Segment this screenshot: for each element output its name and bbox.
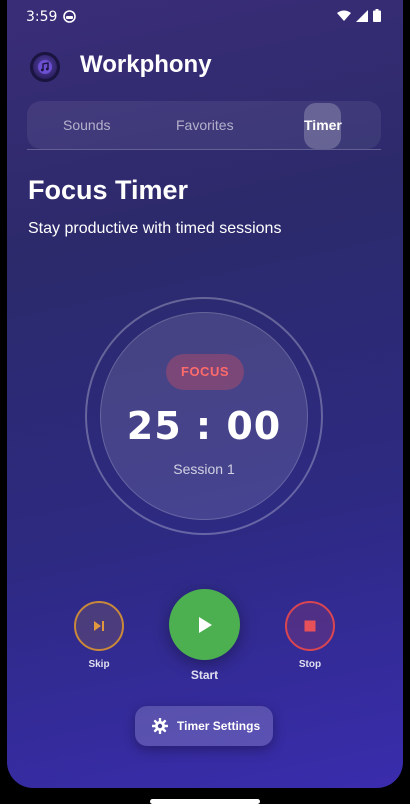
battery-icon [373, 9, 381, 22]
skip-next-icon [94, 621, 104, 631]
stop-icon [304, 620, 316, 632]
screen: 3:59 Workphony Sounds Favorites Timer Fo… [0, 0, 410, 804]
app-title: Workphony [80, 51, 212, 78]
skip-button[interactable] [74, 601, 124, 651]
app-logo [30, 52, 60, 82]
page-title: Focus Timer [28, 175, 189, 205]
tab-sounds[interactable]: Sounds [63, 101, 110, 149]
status-bar: 3:59 [7, 0, 403, 34]
tab-divider [27, 149, 381, 150]
signal-icon [356, 9, 368, 22]
page-subtitle: Stay productive with timed sessions [28, 220, 282, 237]
gear-icon [152, 718, 168, 734]
timer-settings-button[interactable]: Timer Settings [135, 706, 273, 746]
tab-favorites[interactable]: Favorites [176, 101, 234, 149]
session-label: Session 1 [173, 461, 235, 477]
stop-button[interactable] [285, 601, 335, 651]
timer-settings-label: Timer Settings [177, 719, 261, 733]
play-icon [198, 616, 212, 633]
wifi-icon [337, 10, 351, 21]
tab-timer[interactable]: Timer [304, 101, 342, 149]
music-note-icon [38, 60, 52, 74]
timer-display: 25 : 00 [126, 404, 282, 448]
notification-icon [63, 10, 76, 23]
status-time: 3:59 [26, 9, 58, 25]
start-button[interactable] [169, 589, 240, 660]
tab-bar: Sounds Favorites Timer [27, 101, 381, 149]
status-icons [337, 9, 381, 22]
home-indicator[interactable] [150, 799, 260, 804]
start-label: Start [190, 668, 219, 682]
stop-label: Stop [298, 659, 322, 670]
app-window: 3:59 Workphony Sounds Favorites Timer Fo… [7, 0, 403, 788]
mode-badge: FOCUS [166, 354, 244, 390]
skip-label: Skip [88, 659, 110, 670]
